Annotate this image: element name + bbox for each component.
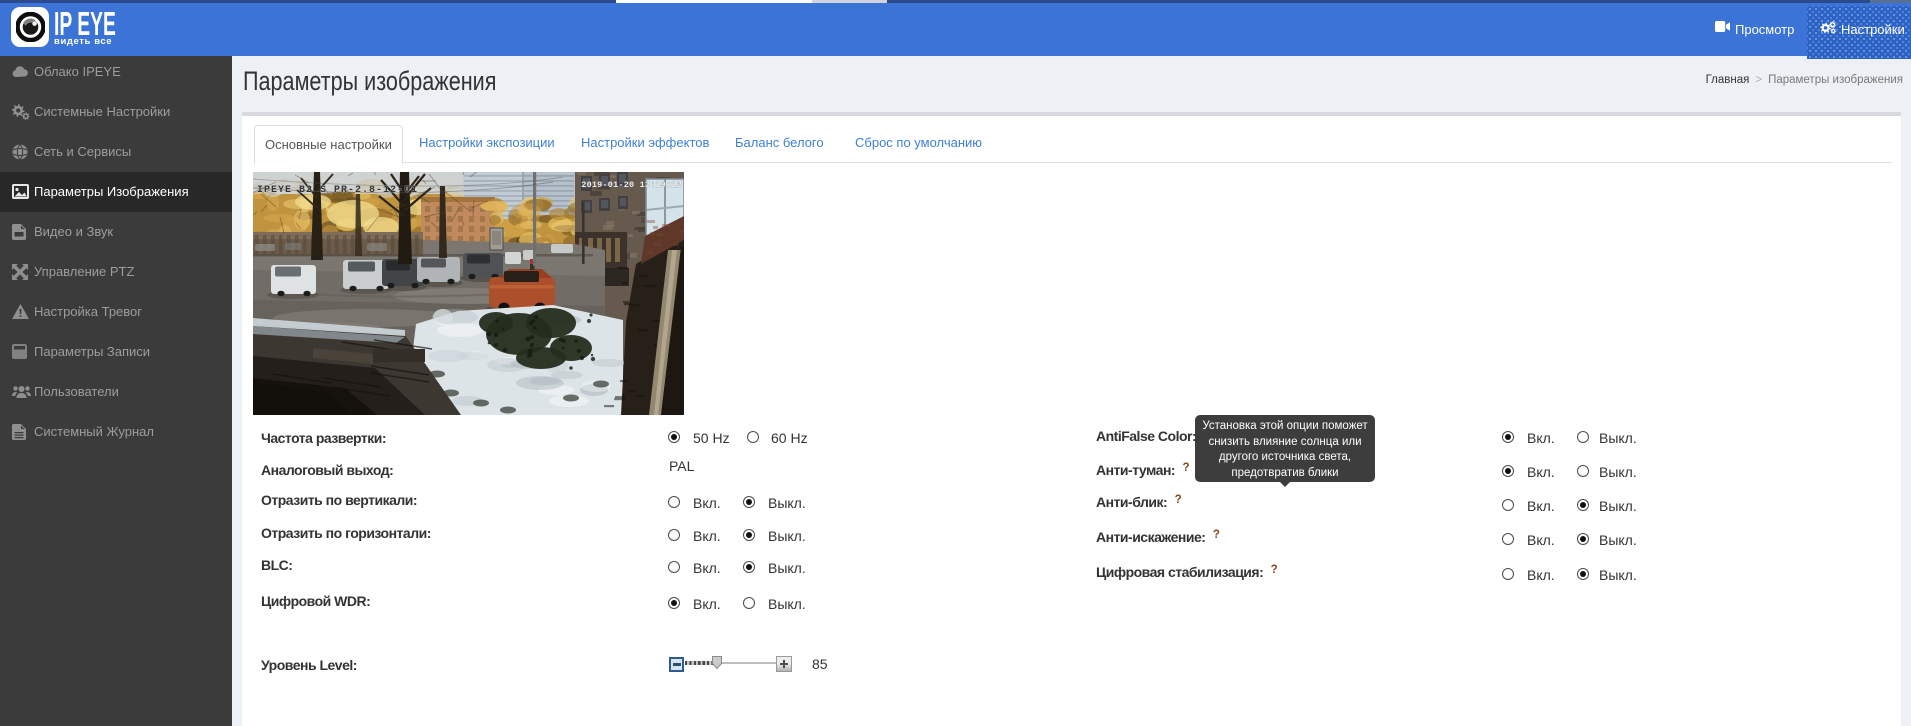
svg-text:2019-01-20 13:19:12: 2019-01-20 13:19:12	[581, 180, 682, 190]
svg-text:IPEYE B2 S PR-2.8-12-01: IPEYE B2 S PR-2.8-12-01	[257, 185, 418, 196]
